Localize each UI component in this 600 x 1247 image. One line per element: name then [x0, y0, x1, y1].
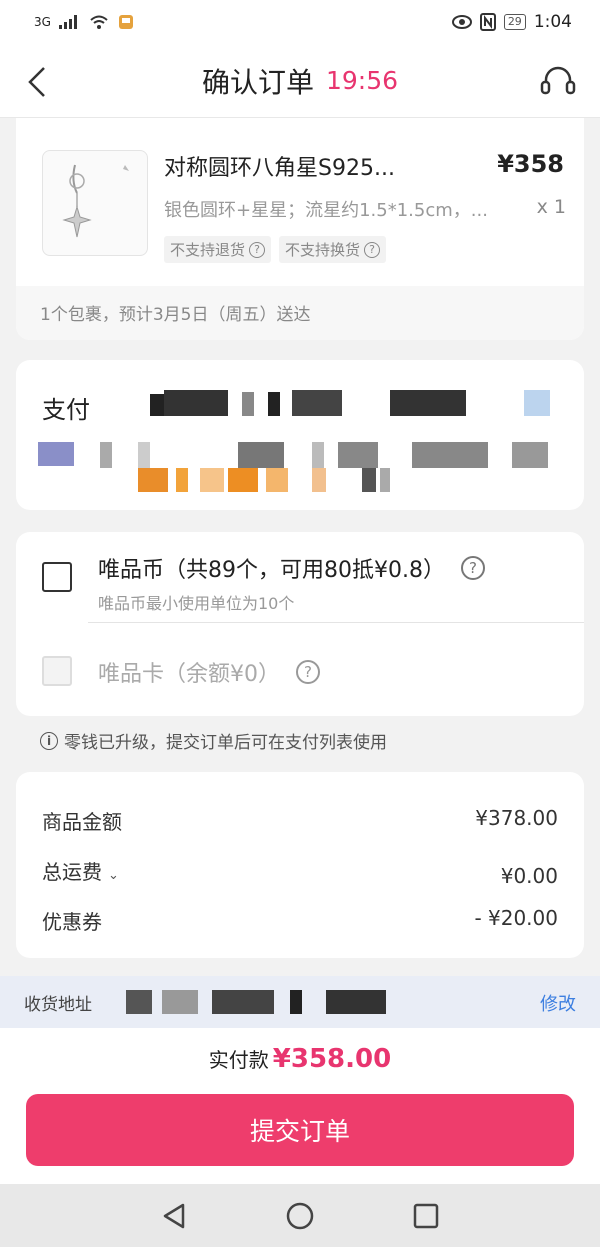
system-nav-bar [0, 1184, 600, 1247]
edit-address-link[interactable]: 修改 [540, 990, 576, 1016]
payment-label: 支付 [42, 396, 90, 424]
chevron-down-icon[interactable]: ⌄ [108, 868, 119, 883]
subtotal-label: 商品金额 [42, 810, 122, 834]
price-summary-card: 商品金额 ¥378.00 总运费 ⌄ ¥0.00 优惠券 - ¥20.00 [16, 772, 584, 958]
wifi-icon [90, 15, 108, 29]
back-arrow-icon[interactable] [22, 64, 52, 100]
total-amount: ¥358.00 [272, 1044, 392, 1074]
app-notification-icon [118, 15, 133, 29]
coupon-label: 优惠券 [42, 910, 102, 934]
vip-card-title: 唯品卡（余额¥0） [98, 662, 280, 687]
network-label: 3G [34, 15, 51, 29]
vip-card-option[interactable]: 唯品卡（余额¥0） ? [98, 656, 320, 688]
coins-checkbox[interactable] [42, 562, 72, 592]
address-label: 收货地址 [24, 994, 92, 1015]
help-icon[interactable]: ? [296, 660, 320, 684]
shipping-label: 总运费 [42, 860, 102, 884]
page-header: 确认订单 19:56 [0, 44, 600, 118]
subtotal-value: ¥378.00 [475, 806, 558, 830]
help-icon[interactable]: ? [364, 241, 381, 258]
help-icon[interactable]: ? [460, 556, 485, 580]
info-icon: i [40, 731, 58, 750]
shipping-address-bar[interactable]: 收货地址 修改 [0, 976, 600, 1028]
tag-label: 不支持退货 [170, 241, 246, 259]
wallet-notice: i 零钱已升级，提交订单后可在支付列表使用 [40, 728, 387, 753]
divider [88, 622, 584, 623]
product-tags: 不支持退货 ? 不支持换货 ? [164, 236, 387, 263]
countdown-timer: 19:56 [325, 66, 399, 95]
shipping-row[interactable]: 总运费 ⌄ ¥0.00 [42, 856, 558, 888]
clock: 1:04 [533, 12, 572, 32]
total-payable: 实付款 ¥358.00 [0, 1044, 600, 1074]
coins-option[interactable]: 唯品币（共89个，可用80抵¥0.8） ? [98, 552, 485, 584]
nav-home-icon[interactable] [285, 1201, 315, 1231]
page-title: 确认订单 [201, 65, 314, 99]
help-icon[interactable]: ? [249, 241, 266, 258]
total-label: 实付款 [208, 1048, 269, 1072]
coupon-value: - ¥20.00 [474, 906, 558, 930]
delivery-info: 1个包裹，预计3月5日（周五）送达 [16, 286, 584, 340]
signal-icon [58, 15, 77, 29]
nfc-icon [479, 13, 496, 31]
coupon-row[interactable]: 优惠券 - ¥20.00 [42, 906, 558, 935]
eye-icon [451, 15, 472, 29]
product-price: ¥358 [497, 150, 564, 178]
product-quantity: x 1 [536, 196, 566, 218]
customer-service-icon[interactable] [538, 62, 578, 102]
status-bar: 3G 29 1:04 [0, 0, 600, 44]
checkout-footer: 实付款 ¥358.00 提交订单 [0, 1028, 600, 1184]
coins-title: 唯品币（共89个，可用80抵¥0.8） [98, 558, 445, 583]
nav-back-icon[interactable] [159, 1201, 189, 1231]
nav-recent-icon[interactable] [411, 1201, 441, 1231]
earring-image-icon [62, 164, 129, 238]
coins-subtitle: 唯品币最小使用单位为10个 [98, 594, 295, 613]
tag-label: 不支持换货 [285, 241, 361, 259]
shipping-label-wrap: 总运费 ⌄ [42, 856, 119, 888]
subtotal-row: 商品金额 ¥378.00 [42, 806, 558, 835]
submit-order-button[interactable]: 提交订单 [26, 1094, 574, 1166]
notice-text: 零钱已升级，提交订单后可在支付列表使用 [64, 733, 387, 753]
no-return-tag[interactable]: 不支持退货 ? [164, 236, 272, 263]
discount-options-card: 唯品币（共89个，可用80抵¥0.8） ? 唯品币最小使用单位为10个 唯品卡（… [16, 532, 584, 716]
product-card[interactable]: 对称圆环八角星S925... ¥358 银色圆环+星星；流星约1.5*1.5cm… [16, 118, 584, 340]
no-exchange-tag[interactable]: 不支持换货 ? [279, 236, 387, 263]
product-name[interactable]: 对称圆环八角星S925... [164, 150, 504, 182]
product-spec: 银色圆环+星星；流星约1.5*1.5cm，... [164, 200, 488, 221]
product-thumbnail[interactable] [42, 150, 148, 256]
payment-method-card[interactable]: 支付 [16, 360, 584, 510]
battery-indicator: 29 [503, 14, 526, 30]
card-checkbox[interactable] [42, 656, 72, 686]
shipping-value: ¥0.00 [500, 864, 558, 888]
